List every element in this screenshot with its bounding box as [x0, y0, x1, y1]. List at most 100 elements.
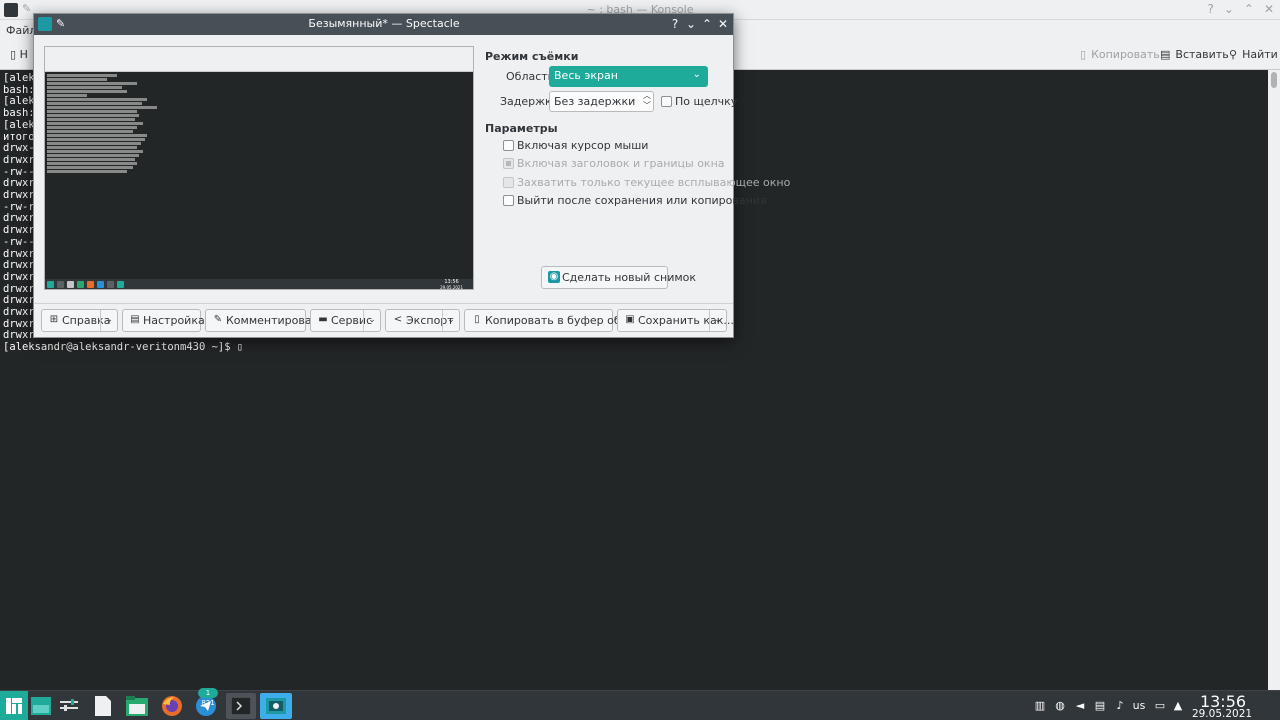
minimize-icon[interactable]: ⌄ — [1224, 2, 1234, 16]
area-combobox[interactable]: Весь экран ⌄ — [549, 66, 708, 87]
find-button[interactable]: ⚲ Найти — [1229, 48, 1278, 61]
app-launcher-icon[interactable] — [0, 691, 28, 720]
preview-clock-date: 29.05.2021 — [440, 285, 463, 290]
new-tab-label: Н — [19, 48, 28, 61]
mouse-cursor-checkbox[interactable] — [503, 140, 514, 151]
preview-line — [47, 94, 87, 97]
volume-icon[interactable]: ♪ — [1113, 699, 1127, 713]
new-screenshot-button[interactable]: ◉ Сделать новый снимок — [541, 266, 696, 289]
keyboard-layout[interactable]: us — [1130, 699, 1148, 713]
file-manager-icon[interactable] — [124, 693, 150, 719]
spectacle-task-icon[interactable] — [260, 693, 292, 719]
pin-icon[interactable]: ✎ — [22, 2, 31, 15]
telegram-tray-icon[interactable]: ◄ — [1073, 699, 1087, 713]
preview-line — [47, 90, 127, 93]
terminal-line: bash: — [3, 83, 35, 96]
export-button[interactable]: < Экспорт ⌄ — [385, 309, 460, 332]
spectacle-titlebar[interactable]: ✎ Безымянный* — Spectacle ? ⌄ ⌃ ✕ — [34, 14, 733, 35]
preview-line — [47, 114, 139, 117]
copy-label: Копировать — [1091, 48, 1160, 61]
terminal-prompt: [aleksandr@aleksandr-veritonm430 ~]$ ▯ — [3, 341, 244, 354]
clipboard-tray-icon[interactable]: ▤ — [1093, 699, 1107, 713]
terminal-line: итого — [3, 130, 35, 143]
preview-titlebar — [45, 47, 473, 54]
terminal-scrollbar[interactable] — [1268, 70, 1280, 690]
desktop-pager-icon[interactable] — [28, 693, 54, 719]
popup-only-label: Захватить только текущее всплывающее окн… — [517, 176, 791, 189]
maximize-icon[interactable]: ⌃ — [701, 16, 713, 32]
network-icon[interactable]: ▭ — [1153, 699, 1167, 713]
clock-date[interactable]: 29.05.2021 — [1186, 708, 1258, 720]
help-icon: ⊞ — [49, 314, 59, 325]
preview-line — [47, 122, 143, 125]
close-icon[interactable]: ✕ — [717, 16, 729, 32]
preview-line — [47, 118, 135, 121]
copy-icon: ▯ — [1080, 48, 1087, 61]
preview-line — [47, 86, 122, 89]
annotate-button[interactable]: ✎ Комментировать — [205, 309, 324, 332]
close-icon[interactable]: ✕ — [1264, 2, 1274, 16]
preview-line — [47, 170, 127, 173]
preview-line — [47, 98, 147, 101]
capture-mode-heading: Режим съёмки — [485, 50, 579, 63]
menu-file[interactable]: Файл — [6, 24, 36, 37]
tools-button[interactable]: ▬ Сервис ⌄ — [310, 309, 381, 332]
delay-spinbox[interactable]: Без задержки ︿ ﹀ — [549, 91, 654, 112]
paste-icon: ▤ — [1160, 48, 1171, 61]
dialog-separator — [34, 303, 733, 304]
save-icon: ▣ — [625, 314, 635, 325]
mouse-cursor-label: Включая курсор мыши — [517, 139, 649, 152]
settings-icon: ▤ — [130, 314, 140, 325]
preview-line — [47, 74, 117, 77]
share-icon: < — [393, 314, 403, 325]
scrollbar-thumb[interactable] — [1271, 72, 1277, 88]
maximize-icon[interactable]: ⌃ — [1244, 2, 1254, 16]
find-label: Найти — [1242, 48, 1278, 61]
quit-after-save-label: Выйти после сохранения или копирования — [517, 194, 767, 207]
preview-line — [47, 146, 137, 149]
screenshot-preview[interactable]: 13:56 29.05.2021 — [44, 46, 474, 290]
window-decorations-label: Включая заголовок и границы окна — [517, 157, 725, 170]
task-manager-tray-icon[interactable]: ▥ — [1033, 699, 1047, 713]
minimize-icon[interactable]: ⌄ — [685, 16, 697, 32]
preview-line — [47, 154, 139, 157]
chevron-down-icon[interactable]: ⌄ — [363, 310, 380, 331]
preview-line — [47, 106, 157, 109]
save-as-button[interactable]: ▣ Сохранить как... ⌄ — [617, 309, 734, 332]
new-tab-button[interactable]: ▯ Н — [10, 48, 28, 61]
text-editor-icon[interactable] — [90, 693, 116, 719]
preview-menubar — [45, 54, 473, 61]
konsole-task-icon[interactable] — [226, 693, 256, 719]
annotate-icon: ✎ — [213, 314, 223, 325]
chevron-down-icon[interactable]: ⌄ — [442, 310, 459, 331]
help-icon[interactable]: ? — [669, 16, 681, 32]
spectacle-window: ✎ Безымянный* — Spectacle ? ⌄ ⌃ ✕ 13:56 2… — [33, 13, 790, 338]
settings-button[interactable]: ▤ Настройка... — [122, 309, 215, 332]
popup-only-checkbox[interactable] — [503, 177, 514, 188]
terminal-line: bash: — [3, 107, 35, 120]
preview-toolbar — [45, 61, 473, 72]
chevron-down-icon[interactable]: ⌄ — [709, 310, 726, 331]
firefox-icon[interactable] — [159, 693, 185, 719]
help-button[interactable]: ⊞ Справка ⌄ — [41, 309, 118, 332]
pin-icon[interactable]: ✎ — [56, 17, 65, 30]
paste-button[interactable]: ▤ Вставить — [1160, 48, 1229, 61]
paste-label: Вставить — [1175, 48, 1229, 61]
spin-arrows-icon[interactable]: ︿ ﹀ — [643, 91, 651, 111]
window-decorations-checkbox[interactable] — [503, 158, 514, 169]
preview-line — [47, 110, 137, 113]
audio-tray-icon[interactable]: ◍ — [1053, 699, 1067, 713]
spectacle-title: Безымянный* — Spectacle — [308, 17, 460, 30]
chevron-down-icon[interactable]: ⌄ — [100, 310, 117, 331]
delay-value: Без задержки — [554, 95, 636, 108]
on-click-checkbox[interactable] — [661, 96, 672, 107]
help-icon[interactable]: ? — [1207, 2, 1213, 16]
copy-to-clipboard-button[interactable]: ▯ Копировать в буфер обмена — [464, 309, 650, 332]
settings-icon[interactable] — [56, 693, 82, 719]
preview-taskbar: 13:56 29.05.2021 — [45, 279, 473, 290]
tray-expand-icon[interactable]: ▲ — [1171, 699, 1185, 713]
preview-line — [47, 130, 133, 133]
notification-badge: 1 821 — [198, 688, 218, 707]
quit-after-save-checkbox[interactable] — [503, 195, 514, 206]
copy-button[interactable]: ▯ Копировать — [1080, 48, 1160, 61]
